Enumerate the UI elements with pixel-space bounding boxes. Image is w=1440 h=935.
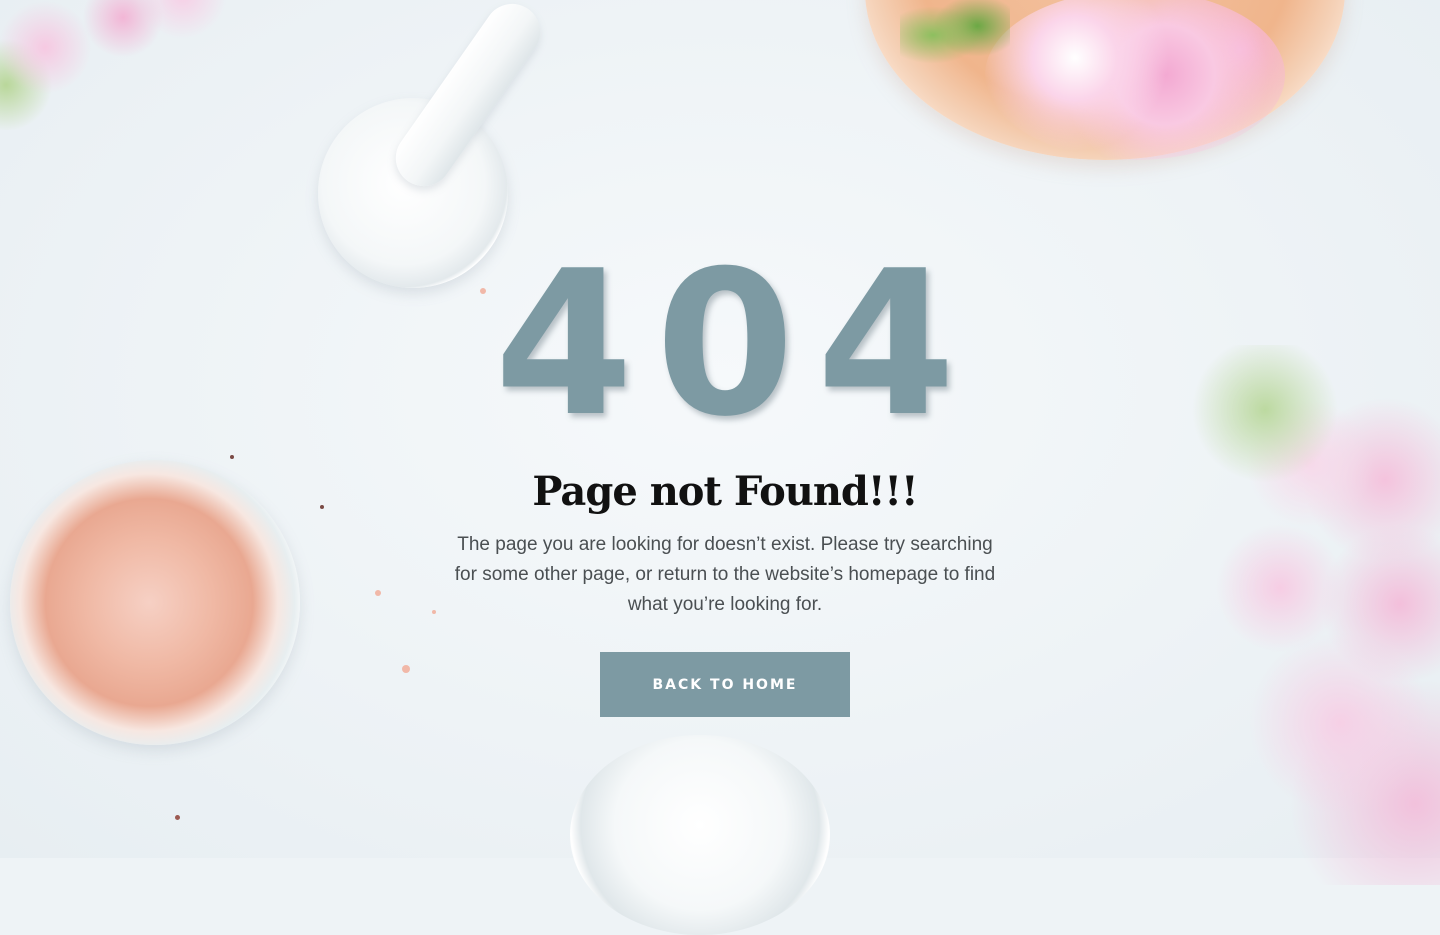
- page-title: Page not Found!!!: [532, 468, 918, 515]
- error-code: 404: [494, 228, 978, 461]
- error-description: The page you are looking for doesn’t exi…: [454, 534, 996, 615]
- flowers-top-left-image: [0, 0, 240, 130]
- jar-bottom-image: [570, 735, 830, 935]
- salt-speck: [175, 815, 180, 820]
- error-content: 404 Page not Found!!! The page you are l…: [420, 228, 1030, 717]
- salt-speck: [230, 455, 234, 459]
- pink-salt-jar-image: [10, 460, 300, 745]
- salt-speck: [320, 505, 324, 509]
- salt-speck: [402, 665, 410, 673]
- flowers-right-image: [1175, 345, 1440, 885]
- leaves-image: [900, 0, 1010, 80]
- salt-speck: [375, 590, 381, 596]
- back-to-home-button[interactable]: BACK TO HOME: [600, 652, 850, 717]
